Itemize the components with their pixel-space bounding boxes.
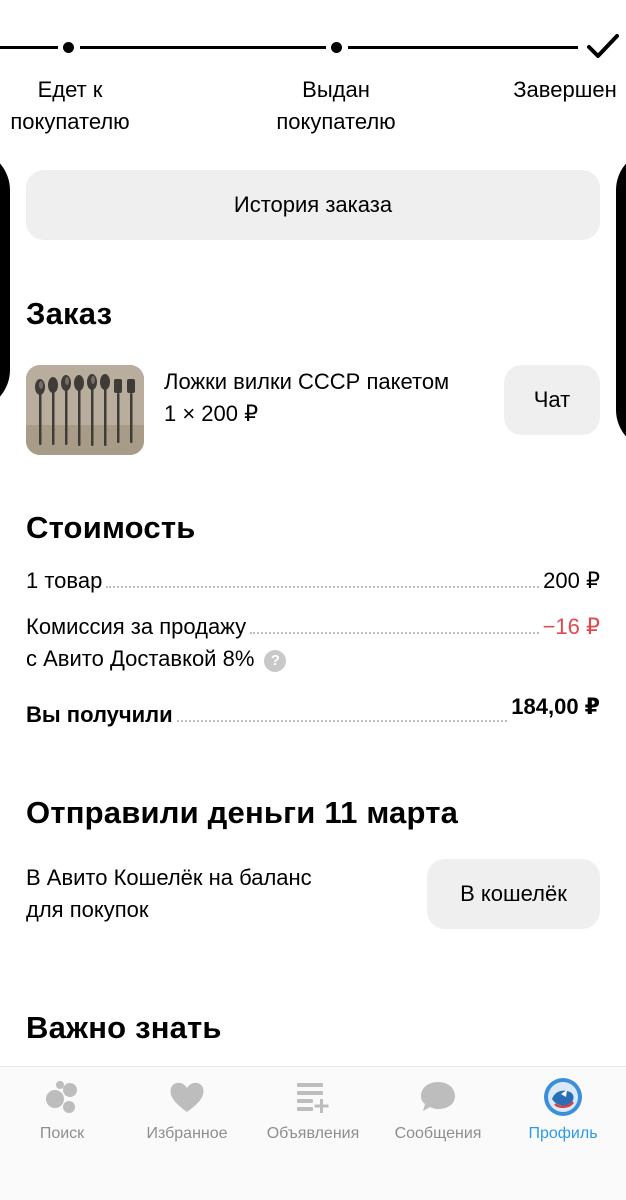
tab-favorites[interactable]: Избранное bbox=[132, 1067, 242, 1200]
profile-avatar-icon bbox=[544, 1078, 582, 1116]
completed-check-icon bbox=[587, 34, 619, 58]
tab-label: Избранное bbox=[146, 1125, 228, 1142]
dotted-leader bbox=[250, 632, 539, 634]
step-label-completed: Завершен bbox=[513, 77, 617, 102]
cost-row-commission: Комиссия за продажу −16 ₽ bbox=[26, 614, 600, 640]
step-label-delivering: Едет к покупателю bbox=[10, 77, 130, 134]
tab-messages[interactable]: Сообщения bbox=[382, 1067, 494, 1200]
chat-button-label: Чат bbox=[533, 387, 571, 412]
commission-label: Комиссия за продажу bbox=[26, 614, 247, 639]
left-edge-decoration bbox=[0, 150, 10, 410]
order-progress-stepper bbox=[0, 30, 626, 66]
commission-subline: с Авито Доставкой 8% ? bbox=[26, 646, 600, 672]
dotted-leader bbox=[106, 586, 540, 588]
chat-button[interactable]: Чат bbox=[504, 365, 600, 435]
right-edge-decoration bbox=[616, 150, 626, 450]
wallet-button[interactable]: В кошелёк bbox=[427, 859, 600, 929]
progress-line-segment bbox=[80, 46, 326, 49]
heart-icon bbox=[170, 1082, 204, 1112]
wallet-button-label: В кошелёк bbox=[460, 881, 567, 906]
help-icon[interactable]: ? bbox=[264, 650, 287, 672]
progress-line-segment bbox=[0, 46, 58, 49]
item-qty-price: 1 × 200 ₽ bbox=[164, 401, 259, 426]
step-label-handed-over: Выдан покупателю bbox=[276, 77, 396, 134]
important-section-title: Важно знать bbox=[26, 1010, 222, 1045]
order-section-title: Заказ bbox=[26, 296, 113, 331]
listings-icon bbox=[297, 1083, 329, 1113]
tab-label: Сообщения bbox=[394, 1125, 482, 1142]
cost-row-goods: 1 товар 200 ₽ bbox=[26, 568, 600, 594]
received-label: Вы получили bbox=[26, 702, 173, 727]
order-history-button[interactable]: История заказа bbox=[26, 170, 600, 240]
bottom-tab-bar: Поиск Избранное Объявления Сообщения Про… bbox=[0, 1066, 626, 1200]
received-value: 184,00 ₽ bbox=[511, 694, 600, 719]
cost-row-received: Вы получили 184,00 ₽ bbox=[26, 694, 600, 728]
step-labels: Едет к покупателю Выдан покупателю Завер… bbox=[0, 74, 626, 144]
tab-profile[interactable]: Профиль bbox=[513, 1067, 613, 1200]
search-icon bbox=[46, 1081, 77, 1113]
goods-value: 200 ₽ bbox=[543, 568, 600, 593]
dotted-leader bbox=[176, 720, 508, 722]
order-history-label: История заказа bbox=[233, 192, 393, 217]
tab-label: Объявления bbox=[266, 1125, 360, 1142]
tab-label: Поиск bbox=[39, 1125, 85, 1142]
progress-line-segment bbox=[348, 46, 578, 49]
cutlery-photo-icon bbox=[26, 365, 144, 455]
item-photo[interactable] bbox=[26, 365, 144, 455]
messages-icon bbox=[421, 1082, 455, 1111]
step-dot bbox=[331, 42, 342, 53]
commission-rate-label: с Авито Доставкой 8% bbox=[26, 646, 255, 671]
payout-section-title: Отправили деньги 11 марта bbox=[26, 795, 459, 830]
goods-label: 1 товар bbox=[26, 568, 103, 593]
step-dot bbox=[63, 42, 74, 53]
tab-search[interactable]: Поиск bbox=[12, 1067, 112, 1200]
payout-description: В Авито Кошелёк на баланс для покупок bbox=[26, 865, 312, 922]
tab-listings[interactable]: Объявления bbox=[257, 1067, 369, 1200]
item-title[interactable]: Ложки вилки СССР пакетом bbox=[164, 366, 449, 398]
commission-value: −16 ₽ bbox=[542, 614, 600, 639]
cost-section-title: Стоимость bbox=[26, 510, 196, 545]
tab-label: Профиль bbox=[528, 1125, 598, 1142]
